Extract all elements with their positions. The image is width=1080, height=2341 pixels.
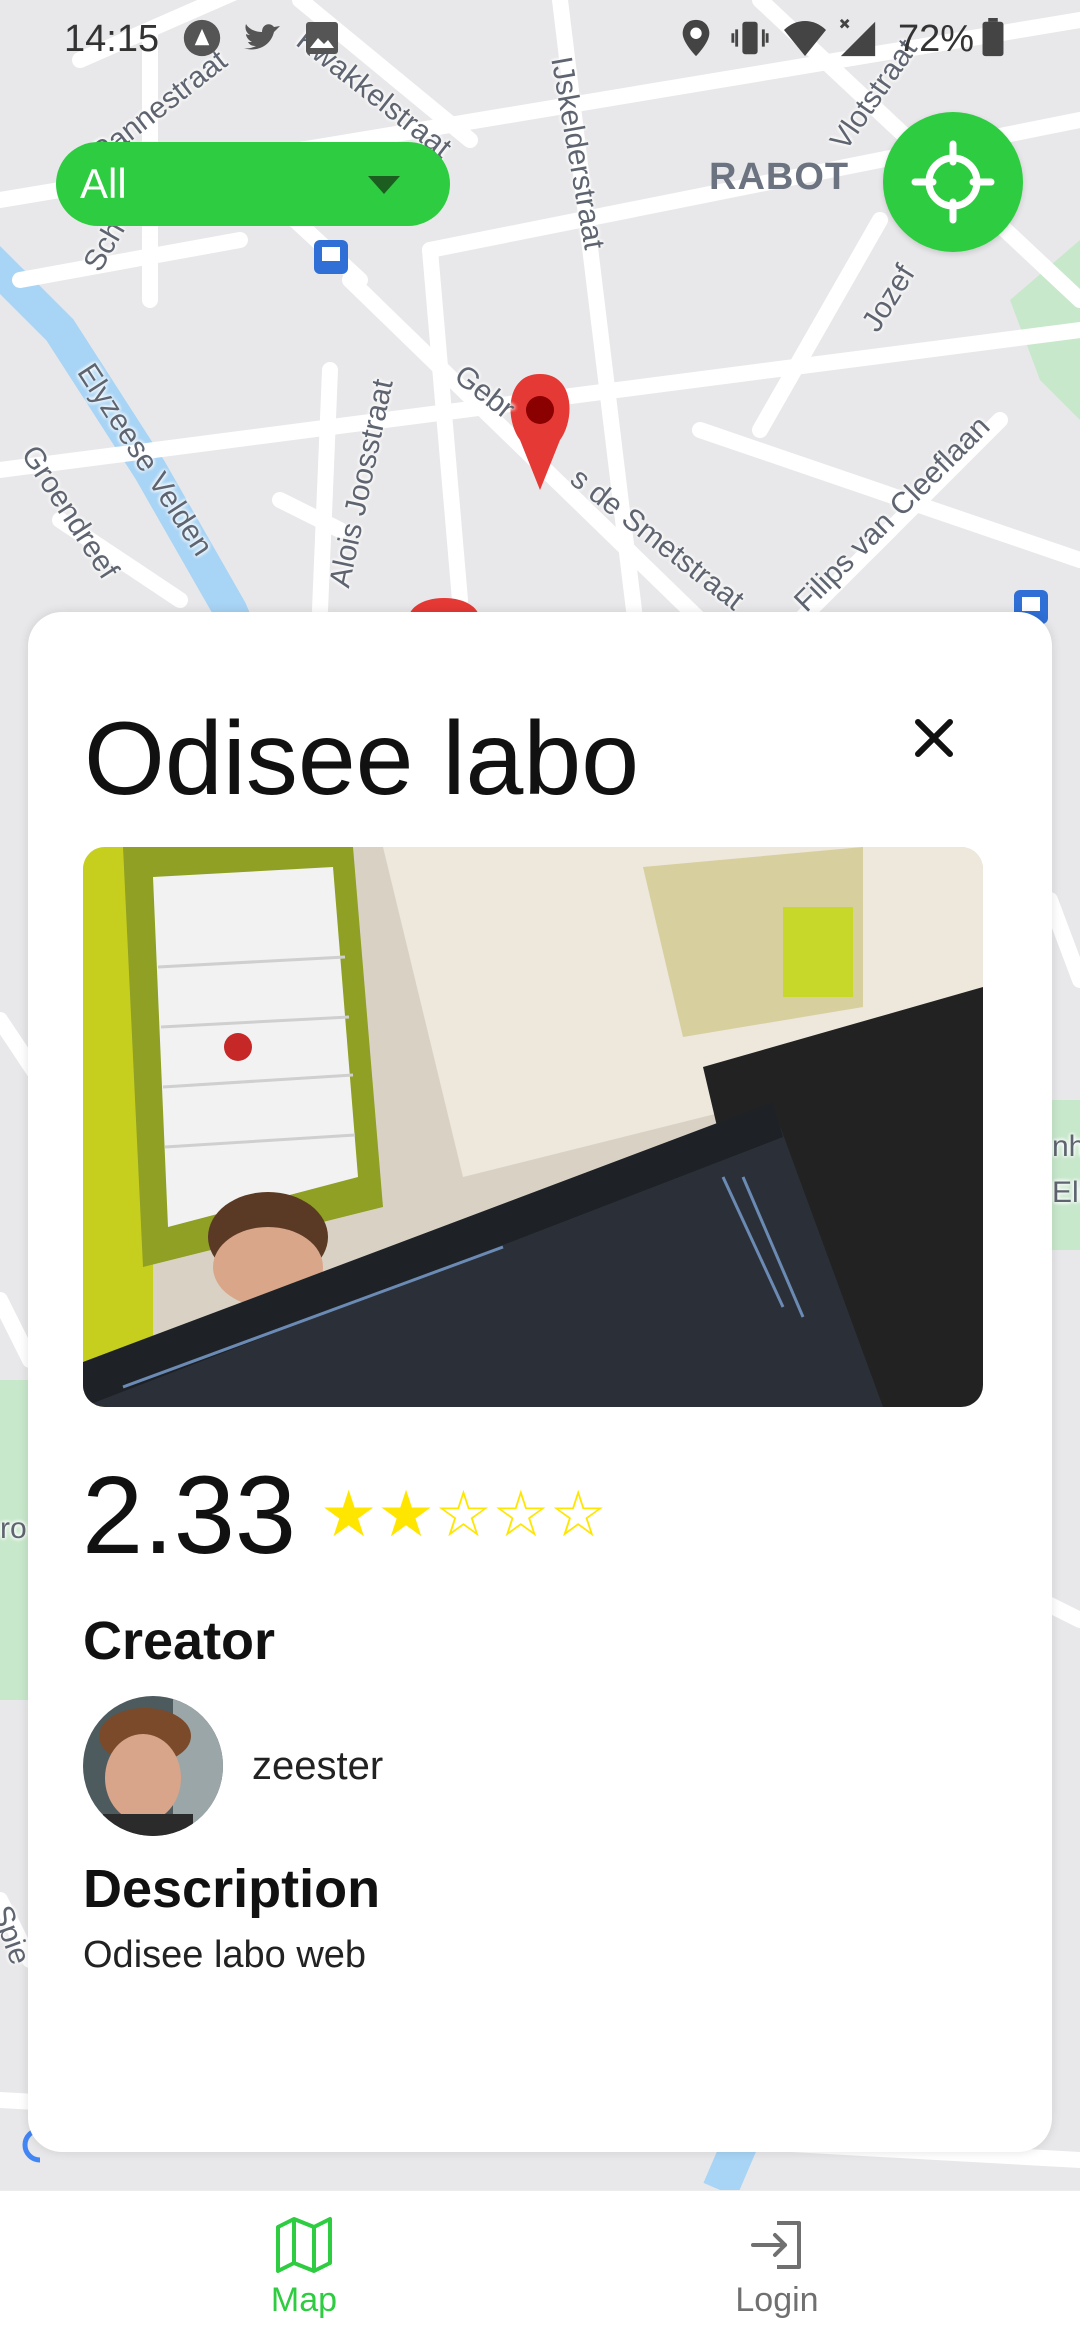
creator-heading: Creator <box>83 1611 276 1671</box>
star-filled-icon: ★ <box>377 1478 435 1550</box>
crosshair-icon <box>911 140 995 224</box>
signal-icon <box>839 18 876 57</box>
status-time: 14:15 <box>64 18 160 60</box>
login-icon <box>751 2221 801 2269</box>
bus-stop-icon <box>314 240 348 274</box>
street-label: Eli <box>1052 1176 1080 1209</box>
star-outline-icon: ☆ <box>492 1478 550 1550</box>
filter-selected-value: All <box>80 160 127 207</box>
twitter-icon <box>244 24 280 50</box>
dropdown-caret-icon <box>368 176 400 194</box>
rating-value: 2.33 <box>82 1454 297 1577</box>
my-location-button[interactable] <box>883 112 1023 252</box>
wifi-icon <box>784 21 826 56</box>
category-filter-dropdown[interactable]: All <box>56 142 450 226</box>
place-photo <box>83 847 983 1407</box>
street-label: nh <box>1052 1130 1080 1163</box>
nav-item-login[interactable]: Login <box>627 2191 927 2341</box>
place-title: Odisee labo <box>84 701 640 817</box>
location-marker-icon <box>510 374 570 490</box>
star-filled-icon: ★ <box>320 1478 378 1550</box>
district-label: RABOT <box>709 156 850 198</box>
nav-label-login: Login <box>735 2281 819 2319</box>
battery-percentage: 72% <box>898 18 975 60</box>
creator-name: zeester <box>252 1744 384 1788</box>
image-icon <box>306 22 338 54</box>
close-button[interactable] <box>904 708 964 768</box>
star-outline-icon: ☆ <box>434 1478 493 1550</box>
battery-icon <box>982 18 1004 57</box>
description-text: Odisee labo web <box>83 1934 367 1976</box>
status-bar: 14:15 72% <box>0 0 1080 80</box>
nav-label-map: Map <box>270 2281 338 2319</box>
rating-stars: ★★☆☆☆ <box>320 1482 607 1546</box>
place-detail-card: Odisee labo 2.33 ★★☆☆☆ Creator zeester D… <box>28 612 1052 2152</box>
location-status-icon <box>682 19 710 57</box>
bottom-navigation: Map Login <box>0 2190 1080 2341</box>
street-label: ro <box>0 1512 27 1545</box>
close-icon <box>915 719 953 757</box>
nav-item-map[interactable]: Map <box>154 2191 454 2341</box>
description-heading: Description <box>83 1859 381 1919</box>
app-notification-icon <box>183 19 221 57</box>
star-outline-icon: ☆ <box>549 1478 607 1550</box>
avatar[interactable] <box>83 1696 223 1836</box>
vibrate-icon <box>731 21 769 55</box>
map-icon <box>276 2217 332 2273</box>
